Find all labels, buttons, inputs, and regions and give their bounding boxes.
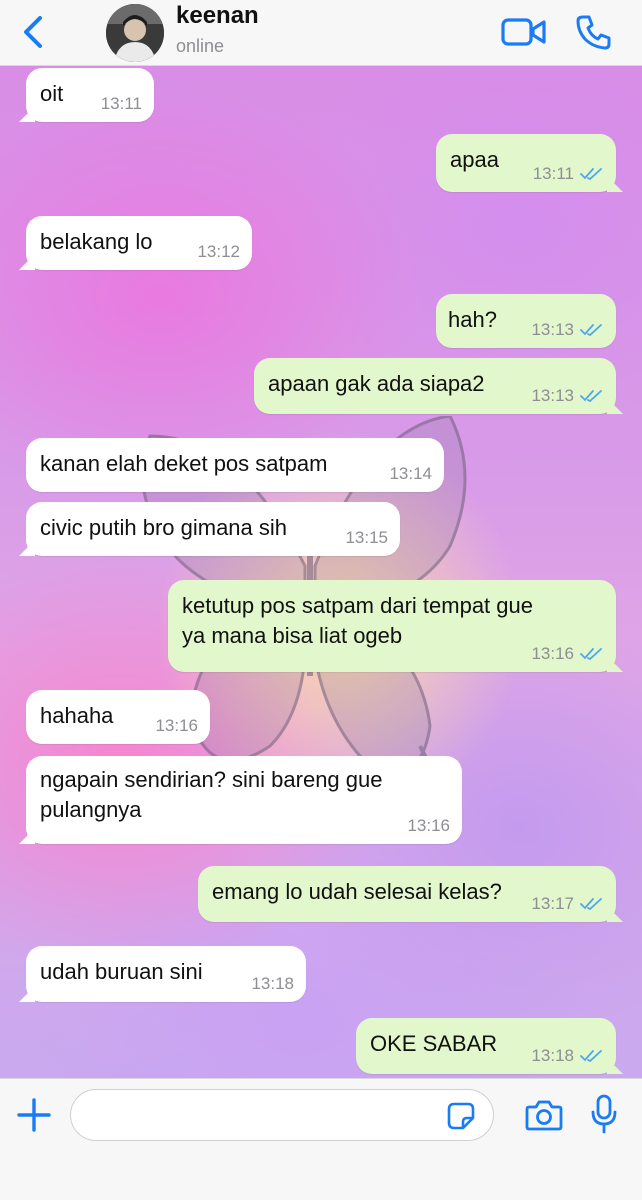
message-outgoing[interactable]: apaan gak ada siapa2 13:13 [254,358,616,414]
message-outgoing[interactable]: ketutup pos satpam dari tempat gue ya ma… [168,580,616,672]
message-text: hah? [448,307,497,332]
message-incoming[interactable]: belakang lo 13:12 [26,216,252,270]
message-incoming[interactable]: udah buruan sini 13:18 [26,946,306,1002]
microphone-icon [591,1094,617,1134]
message-time: 13:17 [531,894,574,913]
double-check-icon [580,648,602,661]
double-check-icon [580,1050,602,1063]
message-time: 13:11 [532,164,574,183]
message-text: pulangnya [40,797,142,822]
back-button[interactable] [18,12,52,52]
plus-icon [17,1098,51,1132]
message-outgoing[interactable]: OKE SABAR 13:18 [356,1018,616,1074]
avatar[interactable] [106,4,164,62]
camera-button[interactable] [524,1097,564,1133]
message-outgoing[interactable]: apaa 13:11 [436,134,616,192]
message-time: 13:18 [531,1046,574,1065]
camera-icon [525,1100,563,1131]
contact-status: online [176,36,225,56]
double-check-icon [580,390,602,403]
phone-icon [576,15,611,50]
message-text: kanan elah deket pos satpam [40,451,328,476]
composer-bar [0,1078,642,1200]
message-time: 13:16 [531,644,574,663]
attach-button[interactable] [16,1097,52,1133]
microphone-button[interactable] [590,1093,618,1135]
message-text: ya mana bisa liat ogeb [182,623,403,648]
sticker-icon [447,1102,475,1130]
message-text: udah buruan sini [40,959,203,984]
message-input[interactable] [70,1089,494,1141]
chevron-left-icon [24,16,42,48]
message-time: 13:13 [531,320,574,339]
double-check-icon [580,168,602,181]
message-outgoing[interactable]: emang lo udah selesai kelas? 13:17 [198,866,616,922]
message-incoming[interactable]: kanan elah deket pos satpam 13:14 [26,438,444,492]
message-incoming[interactable]: ngapain sendirian? sini bareng gue pulan… [26,756,462,844]
contact-name[interactable]: keenan [176,2,259,30]
message-text: civic putih bro gimana sih [40,515,288,540]
message-time: 13:12 [197,242,240,261]
message-text: emang lo udah selesai kelas? [212,879,502,904]
double-check-icon [580,324,602,337]
message-time: 13:14 [389,464,432,483]
video-call-button[interactable] [500,14,548,50]
message-incoming[interactable]: civic putih bro gimana sih 13:15 [26,502,400,556]
chat-header: keenan online [0,0,642,66]
message-text: apaan gak ada siapa2 [268,371,485,396]
message-incoming[interactable]: hahaha 13:16 [26,690,210,744]
message-text: apaa [450,147,499,172]
message-outgoing[interactable]: hah? 13:13 [436,294,616,348]
message-incoming[interactable]: oit 13:11 [26,68,154,122]
message-time: 13:16 [155,716,198,735]
message-time: 13:15 [345,528,388,547]
message-text: ketutup pos satpam dari tempat gue [182,593,533,618]
message-time: 13:11 [100,94,142,113]
message-text: OKE SABAR [370,1031,498,1056]
voice-call-button[interactable] [574,12,614,52]
video-camera-icon [501,18,546,46]
message-time: 13:13 [531,386,574,405]
double-check-icon [580,898,602,911]
chat-background: oit 13:11 apaa 13:11 belakang lo 13:12 h… [0,66,642,1078]
message-text: ngapain sendirian? sini bareng gue [40,767,383,792]
message-time: 13:16 [407,816,450,835]
message-text: belakang lo [40,229,153,254]
message-text: hahaha [40,703,114,728]
sticker-button[interactable] [446,1101,476,1131]
message-time: 13:18 [251,974,294,993]
message-text: oit [40,81,64,106]
